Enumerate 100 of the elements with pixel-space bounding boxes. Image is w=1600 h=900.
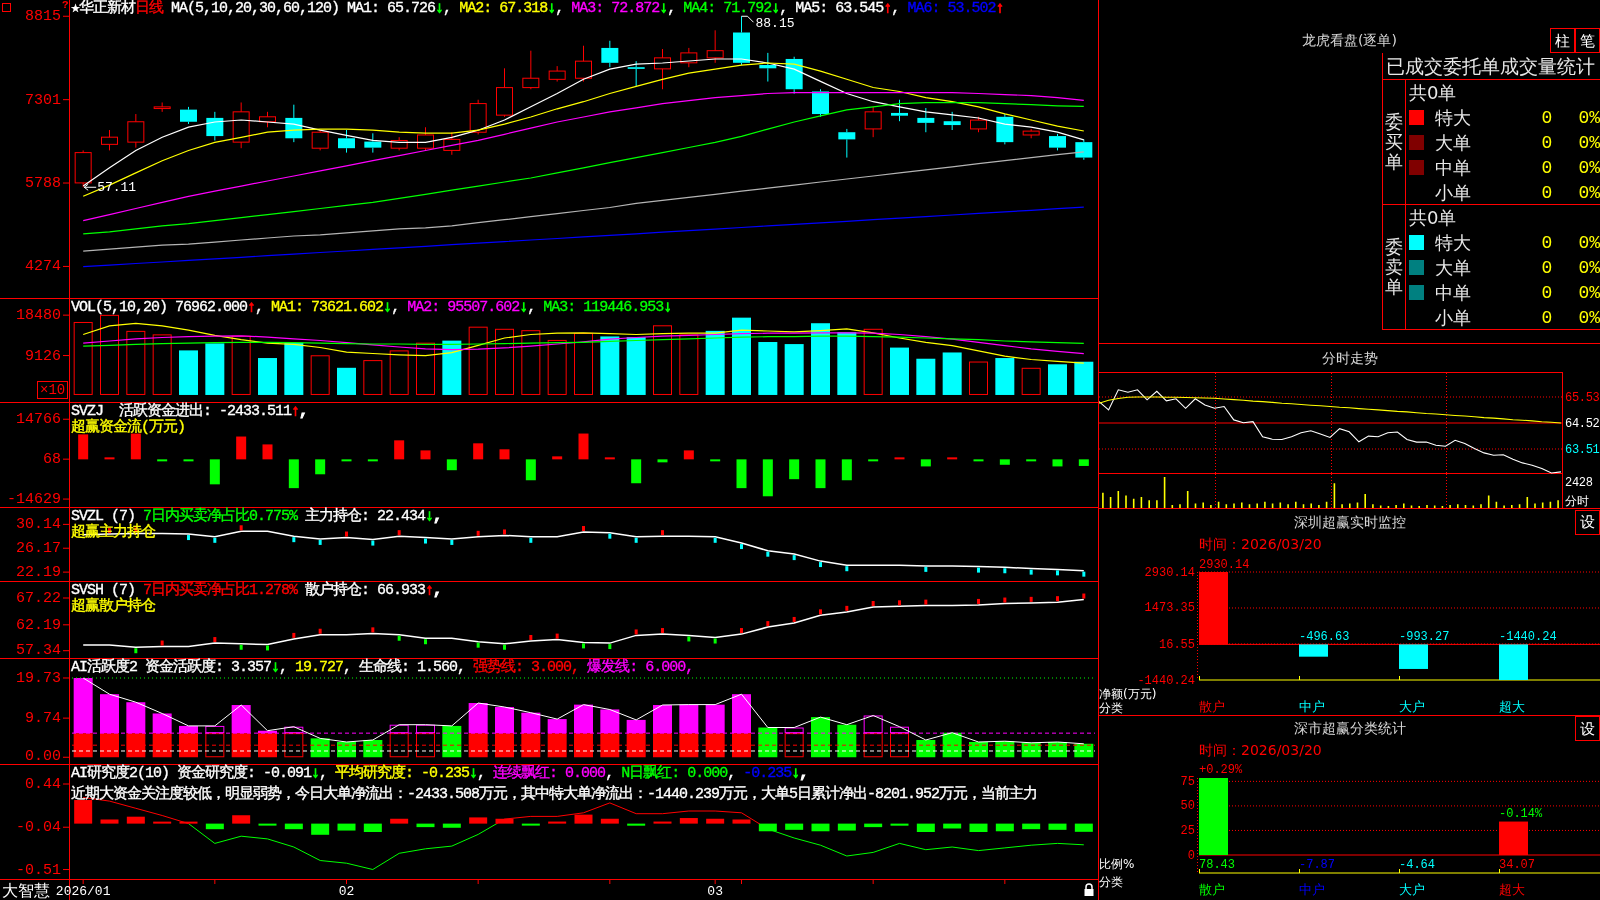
chart-title: 深圳超赢实时监控 [1293, 512, 1406, 532]
order-percent: 0% [1578, 182, 1600, 203]
order-count: 0 [1541, 157, 1553, 178]
order-category: 大单 [1435, 257, 1471, 278]
axis-label: 63.51 [1565, 443, 1600, 457]
axis-label: -14629 [7, 491, 61, 507]
order-category: 小单 [1435, 182, 1471, 203]
axis-title: 比例% [1099, 857, 1135, 871]
order-category: 大单 [1435, 132, 1471, 153]
category-label: 散户 [1199, 699, 1225, 714]
axis-label: 30.14 [16, 516, 61, 534]
volume-scale-label: 2428 [1565, 476, 1593, 490]
axis-label: -1440.24 [1137, 673, 1195, 688]
axis-label: -0.04 [16, 819, 61, 837]
axis-label: 18480 [16, 307, 61, 325]
axis-label: 26.17 [16, 540, 61, 558]
order-percent: 0% [1578, 132, 1600, 153]
value-label: 34.07 [1499, 858, 1535, 872]
order-category: 中单 [1435, 282, 1471, 303]
commentary-text: 近期大资金关注度较低，明显弱势，今日大单净流出：-2433.508万元，其中特大单净流出：-1440.239万元，大单5日累计净出-8201.952万元，当前主力 [71, 787, 1038, 803]
axis-label: 14766 [16, 411, 61, 429]
order-total: 共0单 [1409, 82, 1457, 103]
axis-label: 4274 [25, 258, 61, 276]
chart-subtitle: 时间：2026/03/20 [1199, 742, 1322, 758]
axis-label: 9.74 [25, 710, 61, 728]
axis-label: 2930.14 [1144, 565, 1195, 580]
axis-label: 0.44 [25, 776, 61, 793]
unit-label: ×10 [37, 381, 69, 399]
axis-label: 9126 [25, 347, 61, 365]
category-label: 大户 [1399, 699, 1425, 714]
axis-label: -0.51 [16, 861, 61, 879]
category-label: 超大 [1499, 882, 1525, 897]
value-label: 78.43 [1199, 858, 1235, 872]
axis-label: 16.55 [1159, 637, 1195, 652]
order-count: 0 [1541, 132, 1553, 153]
axis-label: 75 [1180, 774, 1195, 789]
date-label: 03 [707, 884, 723, 899]
change-label: -0.14% [1499, 806, 1543, 821]
low-price-label: 57.11 [97, 180, 137, 196]
axis-label: 64.52 [1565, 417, 1600, 431]
table-title: 已成交委托单成交量统计 [1386, 55, 1595, 77]
axis-label: 0.00 [25, 748, 61, 764]
category-label: 中户 [1299, 882, 1325, 897]
order-count: 0 [1541, 107, 1553, 128]
order-count: 0 [1541, 307, 1553, 328]
category-label: 中户 [1299, 699, 1325, 714]
value-label: 2930.14 [1199, 558, 1250, 572]
axis-label: 57.34 [16, 642, 61, 658]
axis-title: 分时 [1565, 494, 1589, 508]
high-price-label: 88.15 [755, 16, 795, 32]
order-percent: 0% [1578, 157, 1600, 178]
order-count: 0 [1541, 232, 1553, 253]
axis-label: 67.22 [16, 590, 61, 607]
axis-label: 19.73 [16, 670, 61, 687]
axis-label: 68 [43, 451, 61, 469]
indicator-legend: VOL(5,10,20) 76962.000↑, MA1: 73621.602↓, MA2: 95507.602↓, MA3: 119446.953↓ [71, 300, 672, 316]
category-label: 散户 [1199, 882, 1225, 897]
axis-title: 分类 [1099, 701, 1123, 715]
change-label: +0.29% [1199, 763, 1243, 777]
category-label: 超大 [1499, 699, 1525, 714]
indicator-legend: 超赢资金流(万元) [71, 420, 185, 436]
order-count: 0 [1541, 257, 1553, 278]
order-total: 共0单 [1409, 207, 1457, 228]
axis-label: 65.53 [1565, 391, 1600, 405]
order-category: 特大 [1435, 107, 1471, 128]
order-percent: 0% [1578, 307, 1600, 328]
value-label: -993.27 [1399, 630, 1450, 645]
brand-label: 大智慧 [2, 881, 50, 900]
value-label: -496.63 [1299, 630, 1350, 645]
axis-label: 7301 [25, 91, 61, 109]
panel-title: 龙虎看盘(逐单) [1302, 31, 1397, 50]
order-percent: 0% [1578, 282, 1600, 303]
value-label: -4.64 [1399, 858, 1435, 872]
group-label: 委卖单 [1385, 237, 1403, 297]
order-category: 特大 [1435, 232, 1471, 253]
date-label: 02 [338, 884, 355, 899]
order-percent: 0% [1578, 232, 1600, 253]
axis-label: 8815 [25, 8, 61, 26]
order-percent: 0% [1578, 107, 1600, 128]
axis-label: 1473.35 [1144, 601, 1195, 616]
order-count: 0 [1541, 182, 1553, 203]
axis-label: 50 [1180, 799, 1195, 814]
group-label: 委买单 [1385, 112, 1403, 172]
chart-title: 深市超赢分类统计 [1293, 719, 1406, 738]
chart-title: 分时走势 [1321, 348, 1378, 368]
axis-label: 62.19 [16, 616, 61, 634]
axis-label: 22.19 [16, 564, 61, 581]
indicator-legend: ★华正新材日线 MA(5,10,20,30,60,120) MA1: 65.726↓, MA2: 67.318↓, MA3: 72.872↓, MA4: 71.792↓, MA5: 63.545↑, MA6: 53.502↑ [71, 1, 1004, 17]
order-count: 0 [1541, 282, 1553, 303]
indicator-legend: AI活跃度2 资金活跃度: 3.357↓, 19.727, 生命线: 1.560, 强势线: 3.000, 爆发线: 6.000, [71, 660, 694, 676]
order-percent: 0% [1578, 257, 1600, 278]
category-label: 大户 [1399, 882, 1425, 897]
axis-label: 25 [1180, 823, 1195, 838]
axis-title: 分类 [1099, 875, 1123, 889]
chart-subtitle: 时间：2026/03/20 [1199, 536, 1322, 552]
value-label: -1440.24 [1499, 630, 1557, 645]
order-category: 小单 [1435, 307, 1471, 328]
axis-label: 5788 [25, 175, 61, 192]
indicator-legend: 超赢散户持仓 [71, 599, 155, 615]
value-label: -7.87 [1299, 858, 1335, 872]
